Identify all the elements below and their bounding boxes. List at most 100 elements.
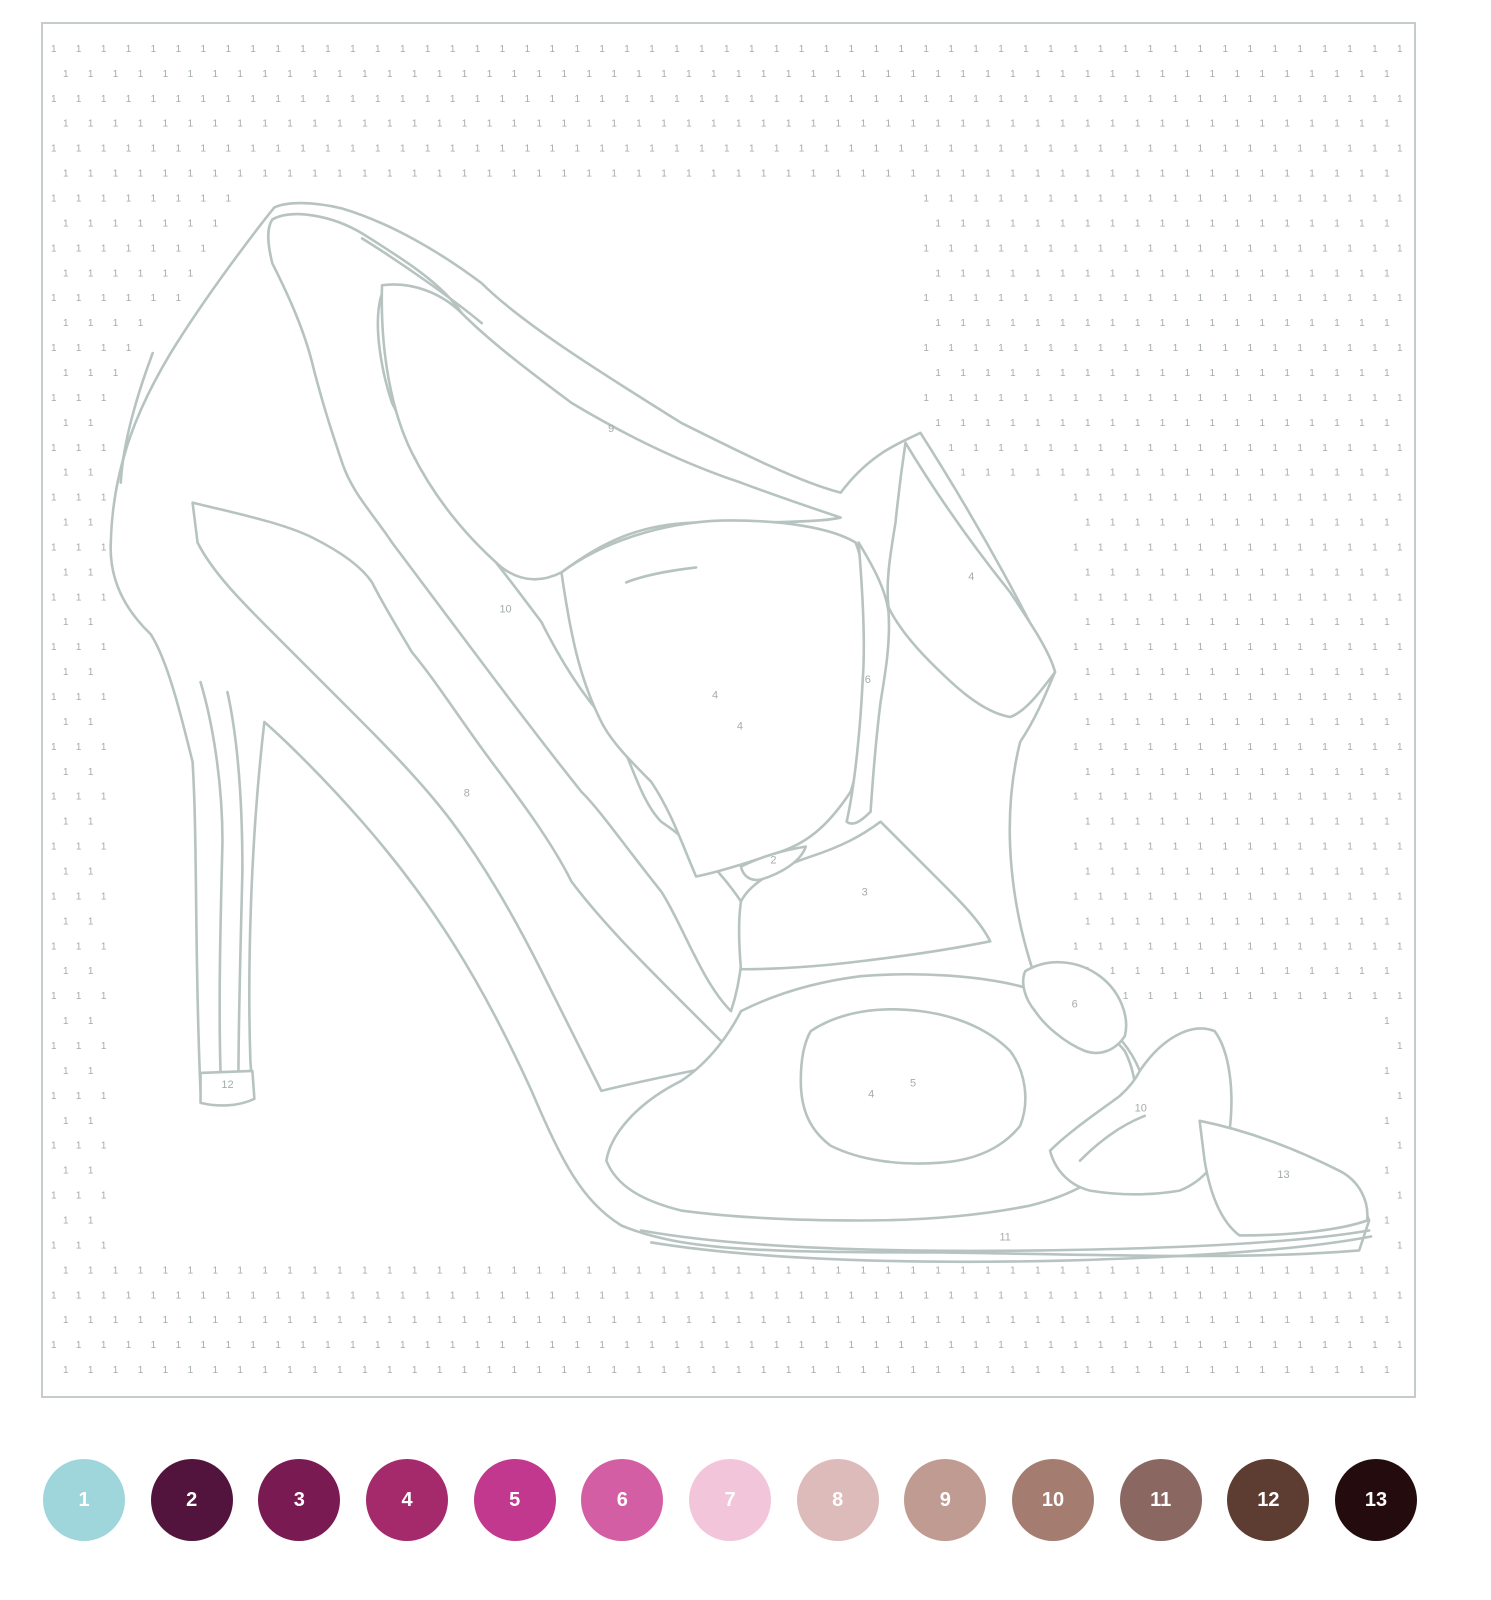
grid-number: 1: [1123, 144, 1129, 155]
grid-number: 1: [1098, 692, 1104, 703]
grid-number: 1: [312, 69, 318, 80]
grid-number: 1: [512, 69, 518, 80]
grid-number: 1: [337, 1265, 343, 1276]
grid-number: 1: [1259, 1265, 1265, 1276]
grid-number: 1: [312, 119, 318, 130]
grid-number: 1: [774, 1290, 780, 1301]
grid-number: 1: [450, 44, 456, 55]
grid-number: 1: [1098, 842, 1104, 853]
grid-number: 1: [674, 1290, 680, 1301]
grid-number: 1: [948, 443, 954, 454]
grid-number: 1: [1073, 941, 1079, 952]
grid-number: 1: [113, 318, 119, 329]
grid-number: 1: [811, 1265, 817, 1276]
grid-number: 1: [910, 1315, 916, 1326]
grid-number: 1: [699, 144, 705, 155]
palette-swatch-11[interactable]: 11: [1119, 1459, 1202, 1541]
grid-number: 1: [1010, 368, 1016, 379]
palette-swatch-3[interactable]: 3: [258, 1459, 341, 1541]
grid-number: 1: [63, 767, 69, 778]
grid-number: 1: [88, 1166, 94, 1177]
grid-number: 1: [1210, 368, 1216, 379]
grid-number: 1: [387, 1315, 393, 1326]
grid-number: 1: [1235, 119, 1241, 130]
grid-number: 1: [1347, 493, 1353, 504]
grid-number: 1: [63, 268, 69, 279]
grid-number: 1: [1284, 368, 1290, 379]
grid-number: 1: [611, 1365, 617, 1376]
grid-number: 1: [1372, 542, 1378, 553]
grid-number: 1: [76, 792, 82, 803]
grid-number: 1: [1247, 941, 1253, 952]
grid-number: 1: [76, 1141, 82, 1152]
grid-number: 1: [624, 1290, 630, 1301]
grid-number: 1: [1023, 293, 1029, 304]
grid-number: 1: [1123, 642, 1129, 653]
grid-number: 1: [1259, 318, 1265, 329]
coloring-canvas[interactable]: 1 1 1 1 1 1 1 1 1 1 1 1 1 1 1 1 1 1 1 1 1 1 1 1 1 1 1 1 1 1 1 1 1 1 1 1 1 1 1 1…: [41, 22, 1416, 1398]
grid-number: 1: [886, 1265, 892, 1276]
grid-number: 1: [749, 1340, 755, 1351]
grid-number: 1: [1160, 617, 1166, 628]
grid-number: 1: [1148, 1290, 1154, 1301]
grid-number: 1: [88, 817, 94, 828]
palette-swatch-13[interactable]: 13: [1335, 1459, 1417, 1541]
shoe-outline-drawing[interactable]: 1 1 1 1 1 1 1 1 1 1 1 1 1 1 1 1 1 1 1 1 1 1 1 1 1 1 1 1 1 1 1 1 1 1 1 1 1 1 1 1…: [43, 24, 1414, 1396]
grid-number: 1: [88, 418, 94, 429]
grid-number: 1: [1334, 717, 1340, 728]
grid-number: 1: [1010, 468, 1016, 479]
grid-number: 1: [1235, 1265, 1241, 1276]
region-number: 9: [608, 423, 614, 435]
grid-number: 1: [923, 293, 929, 304]
palette-swatch-4[interactable]: 4: [366, 1459, 448, 1541]
grid-number: 1: [1123, 842, 1129, 853]
grid-number: 1: [1198, 193, 1204, 204]
grid-number: 1: [1322, 144, 1328, 155]
grid-number: 1: [985, 368, 991, 379]
palette-swatch-8[interactable]: 8: [796, 1459, 879, 1541]
grid-number: 1: [1297, 941, 1303, 952]
grid-number: 1: [1048, 94, 1054, 105]
palette-swatch-10[interactable]: 10: [1012, 1459, 1094, 1541]
grid-number: 1: [1223, 842, 1229, 853]
grid-number: 1: [51, 1141, 57, 1152]
grid-number: 1: [824, 44, 830, 55]
palette-swatch-2[interactable]: 2: [150, 1459, 233, 1541]
palette-swatch-12[interactable]: 12: [1227, 1459, 1310, 1541]
grid-number: 1: [574, 44, 580, 55]
grid-number: 1: [624, 1340, 630, 1351]
grid-number: 1: [550, 144, 556, 155]
grid-number: 1: [874, 1290, 880, 1301]
grid-number: 1: [1397, 1091, 1403, 1102]
grid-number: 1: [101, 842, 107, 853]
grid-number: 1: [1322, 792, 1328, 803]
grid-number: 1: [1284, 218, 1290, 229]
grid-number: 1: [1309, 169, 1315, 180]
grid-number: 1: [126, 44, 132, 55]
grid-number: 1: [1185, 867, 1191, 878]
grid-number: 1: [500, 1290, 506, 1301]
grid-number: 1: [1073, 542, 1079, 553]
grid-number: 1: [76, 343, 82, 354]
palette-swatch-5[interactable]: 5: [473, 1459, 556, 1541]
grid-number: 1: [1223, 592, 1229, 603]
palette-swatch-6[interactable]: 6: [581, 1459, 664, 1541]
grid-number: 1: [836, 119, 842, 130]
grid-number: 1: [836, 1365, 842, 1376]
grid-number: 1: [362, 1265, 368, 1276]
grid-number: 1: [76, 1290, 82, 1301]
palette-swatch-9[interactable]: 9: [904, 1459, 987, 1541]
grid-number: 1: [1247, 443, 1253, 454]
grid-number: 1: [1384, 518, 1390, 529]
grid-number: 1: [1223, 991, 1229, 1002]
grid-number: 1: [101, 343, 107, 354]
grid-number: 1: [101, 542, 107, 553]
palette-swatch-7[interactable]: 7: [689, 1459, 771, 1541]
grid-number: 1: [237, 1265, 243, 1276]
grid-number: 1: [1110, 368, 1116, 379]
grid-number: 1: [1309, 418, 1315, 429]
palette-swatch-1[interactable]: 1: [43, 1459, 125, 1541]
grid-number: 1: [1135, 69, 1141, 80]
grid-number: 1: [1110, 418, 1116, 429]
grid-number: 1: [1060, 218, 1066, 229]
